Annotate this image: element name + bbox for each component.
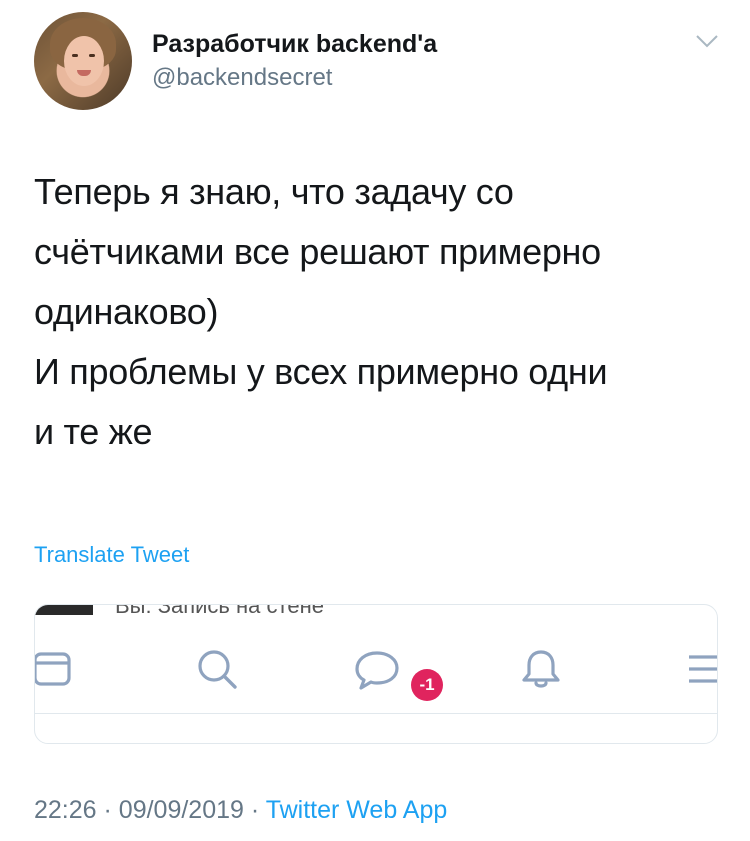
notifications-icon[interactable] xyxy=(517,645,565,693)
tweet-metadata: 22:26 · 09/09/2019 · Twitter Web App xyxy=(34,796,447,825)
translate-tweet-link[interactable]: Translate Tweet xyxy=(34,542,189,568)
tweet-text: Теперь я знаю, что задачу со счётчиками … xyxy=(34,162,724,462)
tweet-time[interactable]: 22:26 xyxy=(34,796,97,824)
meta-separator: · xyxy=(250,796,260,824)
card-peek-row: Вы: Запись на стене xyxy=(35,605,717,615)
author-handle[interactable]: @backendsecret xyxy=(152,64,332,92)
menu-icon[interactable] xyxy=(681,645,717,693)
tweet-date[interactable]: 09/09/2019 xyxy=(119,796,244,824)
vk-bottom-nav: -1 xyxy=(35,635,717,705)
peek-thumbnail xyxy=(35,605,93,615)
author-display-name[interactable]: Разработчик backend'a xyxy=(152,30,437,59)
embedded-image-card[interactable]: Вы: Запись на стене -1 xyxy=(34,604,718,744)
tweet-line: Теперь я знаю, что задачу со xyxy=(34,171,514,212)
card-divider xyxy=(35,713,717,714)
messages-badge: -1 xyxy=(411,669,443,701)
tweet-line: одинаково) xyxy=(34,291,219,332)
avatar-eye xyxy=(72,54,78,57)
avatar[interactable] xyxy=(34,12,132,110)
tweet-line: и те же xyxy=(34,411,153,452)
avatar-face xyxy=(64,36,104,86)
avatar-eye xyxy=(89,54,95,57)
news-icon[interactable] xyxy=(34,645,77,693)
tweet-source-link[interactable]: Twitter Web App xyxy=(266,796,448,824)
tweet-line: И проблемы у всех примерно одни xyxy=(34,351,608,392)
search-icon[interactable] xyxy=(193,645,241,693)
peek-text: Вы: Запись на стене xyxy=(115,605,324,615)
tweet-line: счётчиками все решают примерно xyxy=(34,231,601,272)
chevron-down-icon[interactable] xyxy=(694,32,720,50)
meta-separator: · xyxy=(103,796,112,824)
messages-icon[interactable] xyxy=(351,645,403,693)
